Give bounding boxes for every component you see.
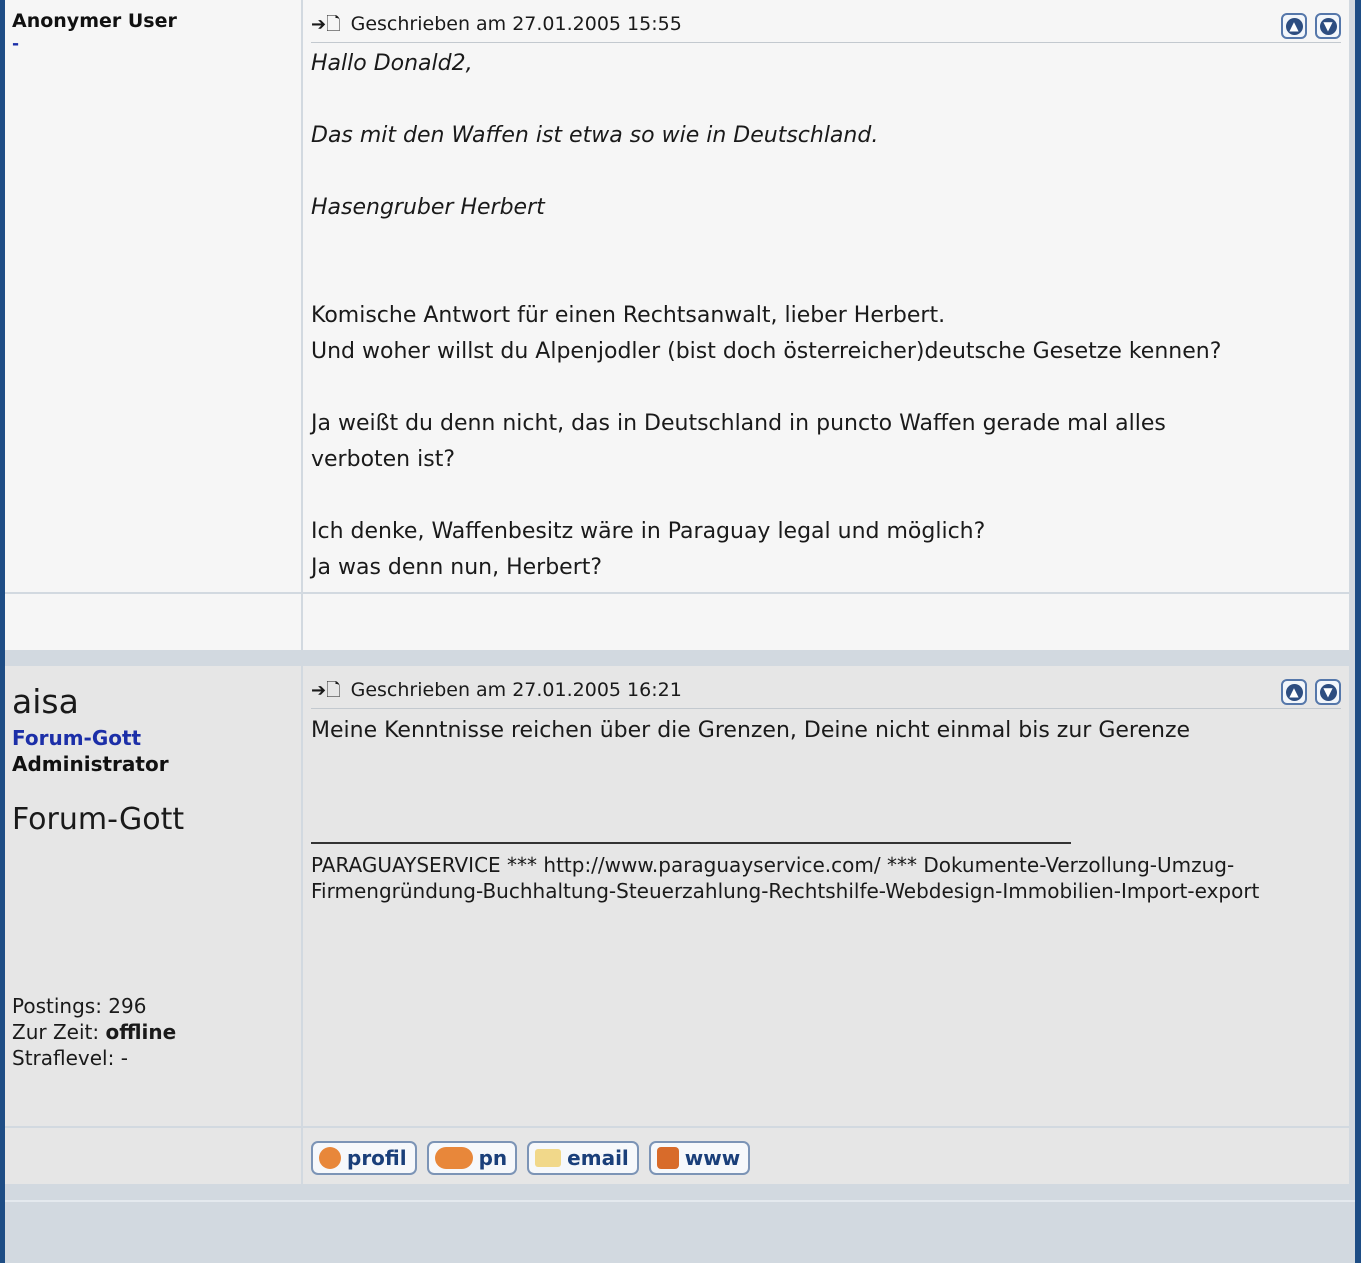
footer-left xyxy=(5,1128,301,1184)
footer-right: profil pn email www xyxy=(303,1128,1349,1184)
body-line xyxy=(311,478,1221,514)
post-header: ➔🗋 Geschrieben am 27.01.2005 16:21 ▲ ▼ xyxy=(311,678,1341,709)
private-message-button[interactable]: pn xyxy=(426,1141,518,1175)
postings-count: 296 xyxy=(108,994,147,1018)
quote-line xyxy=(311,82,1221,118)
post-body: Meine Kenntnisse reichen über die Grenze… xyxy=(311,713,1190,749)
email-button[interactable]: email xyxy=(527,1141,639,1175)
body-line: Ja weißt du denn nicht, das in Deutschla… xyxy=(311,411,1166,436)
post-footer-row xyxy=(5,594,1355,650)
author-cell: Anonymer User - xyxy=(5,0,301,592)
users-icon xyxy=(434,1147,473,1169)
signature-divider xyxy=(311,842,1071,844)
user-icon xyxy=(319,1147,341,1169)
body-line xyxy=(311,370,1221,406)
body-line: Meine Kenntnisse reichen über die Grenze… xyxy=(311,718,1191,743)
profile-button[interactable]: profil xyxy=(311,1141,417,1175)
straflevel-value: - xyxy=(120,1046,128,1070)
post-link-icon[interactable]: ➔🗋 xyxy=(311,14,341,35)
quote-line: Hallo Donald2, xyxy=(311,51,473,76)
post-footer-row: profil pn email www xyxy=(5,1128,1355,1184)
message-cell: ➔🗋 Geschrieben am 27.01.2005 15:55 ▲ ▼ H… xyxy=(303,0,1349,592)
home-icon xyxy=(656,1147,679,1169)
scroll-down-icon[interactable]: ▼ xyxy=(1315,13,1341,39)
body-line: verboten ist? xyxy=(311,447,455,472)
post-row: aisa Forum-Gott Administrator Forum-Gott… xyxy=(5,666,1355,1126)
post-date: Geschrieben am 27.01.2005 16:21 xyxy=(350,679,682,701)
footer-right xyxy=(303,594,1349,650)
body-line: Ich denke, Waffenbesitz wäre in Paraguay… xyxy=(311,519,986,544)
body-line: Komische Antwort für einen Rechtsanwalt,… xyxy=(311,303,946,328)
quote-line: Hasengruber Herbert xyxy=(311,195,545,220)
author-role: Administrator xyxy=(12,752,169,776)
straflevel-label: Straflevel: xyxy=(12,1046,121,1070)
post-date: Geschrieben am 27.01.2005 15:55 xyxy=(350,13,682,35)
scroll-down-icon[interactable]: ▼ xyxy=(1315,679,1341,705)
post-row: Anonymer User - ➔🗋 Geschrieben am 27.01.… xyxy=(5,0,1355,592)
online-status: offline xyxy=(105,1020,177,1044)
post-separator xyxy=(5,1186,1355,1200)
status-label: Zur Zeit: xyxy=(12,1020,106,1044)
thread-bottom-bar xyxy=(5,1200,1355,1263)
quote-line xyxy=(311,154,1221,190)
author-cell: aisa Forum-Gott Administrator Forum-Gott… xyxy=(5,666,301,1126)
envelope-icon xyxy=(535,1149,562,1167)
body-line: Und woher willst du Alpenjodler (bist do… xyxy=(311,339,1222,364)
forum-thread: Anonymer User - ➔🗋 Geschrieben am 27.01.… xyxy=(5,0,1355,1263)
author-title: Forum-Gott xyxy=(12,802,185,837)
author-rank: Forum-Gott xyxy=(12,726,142,750)
author-rank: - xyxy=(12,34,20,54)
post-body: Hallo Donald2, Das mit den Waffen ist et… xyxy=(311,46,1221,586)
post-separator xyxy=(5,650,1355,666)
scroll-up-icon[interactable]: ▲ xyxy=(1281,13,1307,39)
postings-label: Postings: xyxy=(12,994,109,1018)
post-link-icon[interactable]: ➔🗋 xyxy=(311,680,341,701)
scroll-up-icon[interactable]: ▲ xyxy=(1281,679,1307,705)
quote-line: Das mit den Waffen ist etwa so wie in De… xyxy=(311,123,879,148)
post-header: ➔🗋 Geschrieben am 27.01.2005 15:55 ▲ ▼ xyxy=(311,12,1341,43)
author-stats: Postings: 296 Zur Zeit: offline Straflev… xyxy=(12,993,176,1071)
footer-left xyxy=(5,594,301,650)
author-name: Anonymer User xyxy=(12,10,177,32)
www-button[interactable]: www xyxy=(648,1141,751,1175)
signature: PARAGUAYSERVICE *** http://www.paraguays… xyxy=(311,853,1260,903)
message-cell: ➔🗋 Geschrieben am 27.01.2005 16:21 ▲ ▼ M… xyxy=(303,666,1349,1126)
author-name[interactable]: aisa xyxy=(12,682,79,721)
body-line: Ja was denn nun, Herbert? xyxy=(311,555,603,580)
